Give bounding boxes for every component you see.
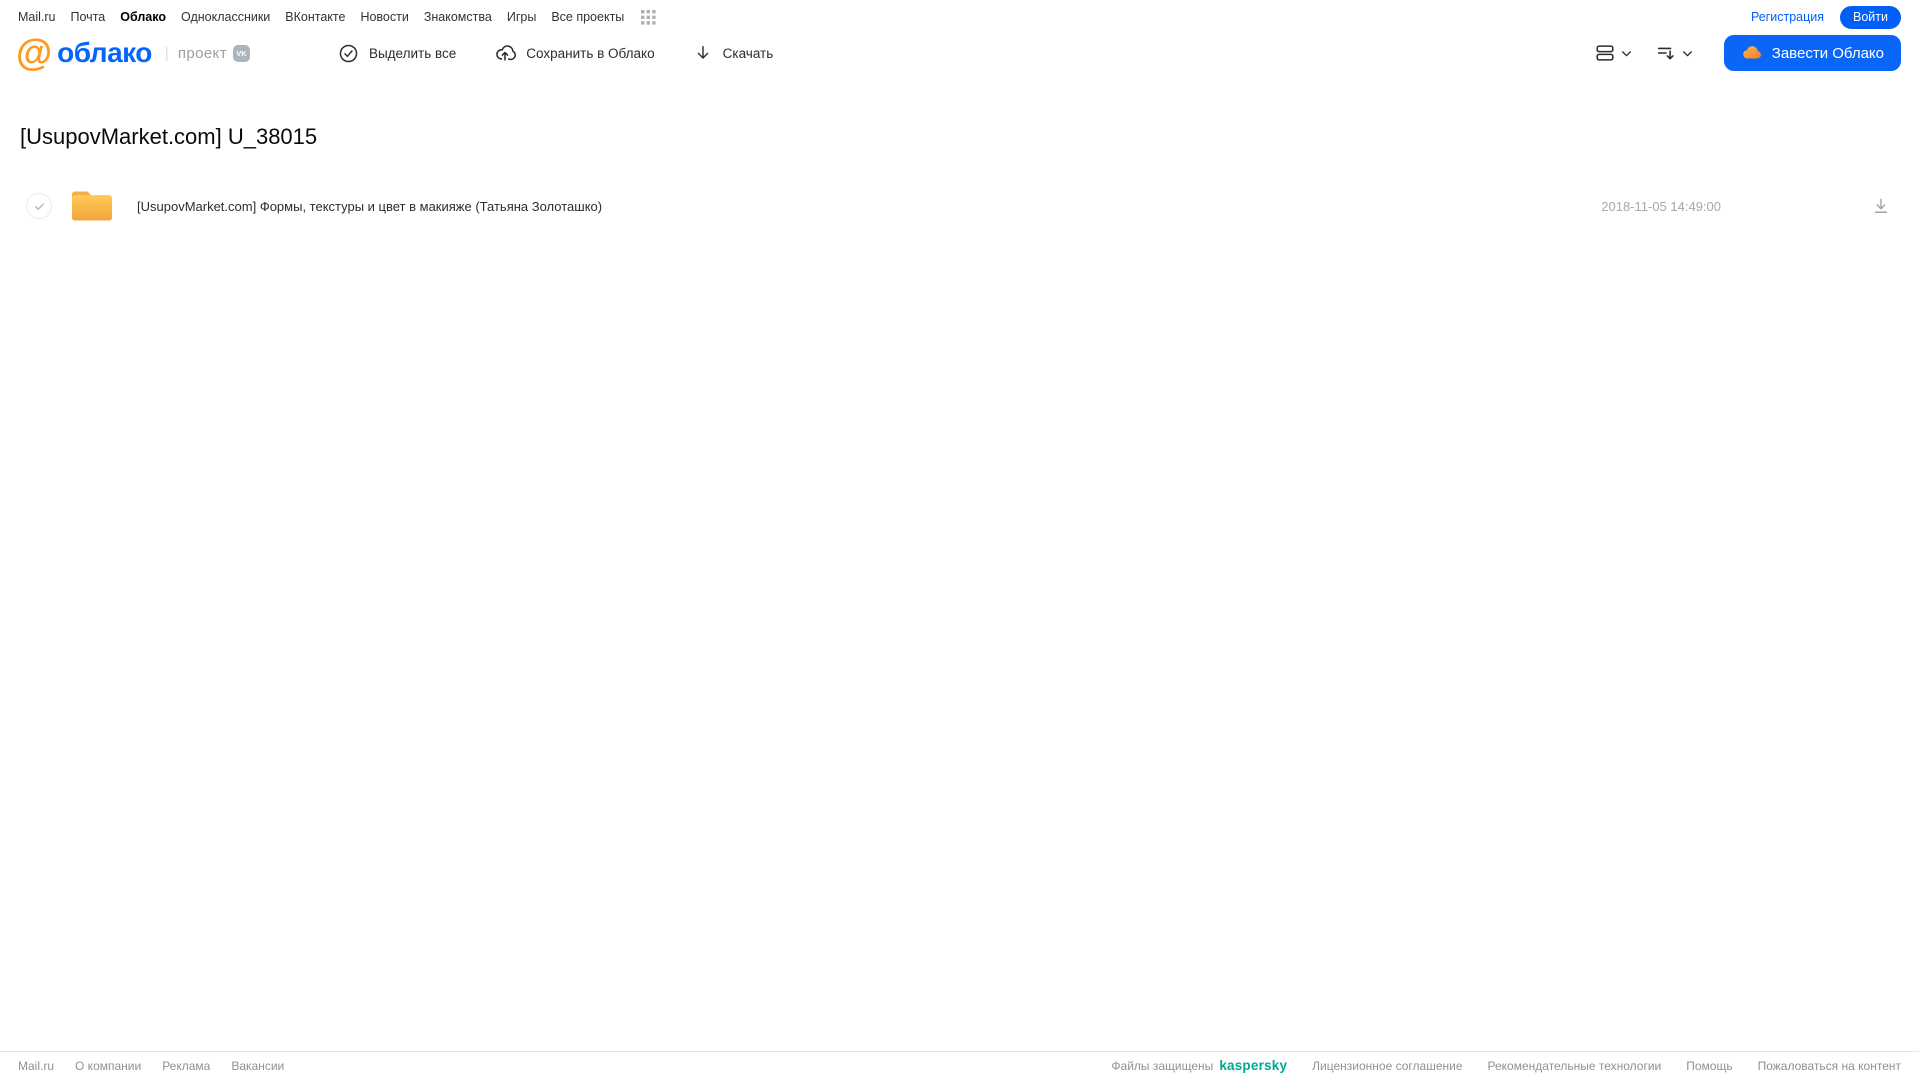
list-view-icon (1594, 42, 1616, 64)
portal-link-oblako[interactable]: Облако (120, 10, 166, 24)
file-date: 2018-11-05 14:49:00 (1601, 198, 1721, 214)
download-all-button[interactable]: Скачать (693, 43, 774, 63)
footer-left-links: Mail.ru О компании Реклама Вакансии (18, 1059, 284, 1073)
actions-toolbar: Выделить все Сохранить в Облако Скачать (338, 42, 773, 64)
footer-link-help[interactable]: Помощь (1686, 1059, 1732, 1073)
portal-link-pochta[interactable]: Почта (71, 10, 106, 24)
vk-badge-icon: VK (232, 44, 250, 62)
footer-link-ads[interactable]: Реклама (162, 1059, 210, 1073)
portal-nav: Mail.ru Почта Облако Одноклассники ВКонт… (18, 9, 656, 25)
save-to-cloud-button[interactable]: Сохранить в Облако (494, 42, 655, 64)
create-cloud-button[interactable]: Завести Облако (1723, 35, 1901, 71)
sort-icon (1655, 42, 1677, 64)
download-all-label: Скачать (722, 45, 774, 61)
footer-right-links: Файлы защищены kaspersky Лицензионное со… (1111, 1058, 1901, 1073)
select-all-label: Выделить все (368, 45, 457, 61)
cloud-logo-text: облако (57, 37, 152, 68)
sort-dropdown[interactable] (1655, 42, 1694, 64)
portal-link-odnoklassniki[interactable]: Одноклассники (181, 10, 270, 24)
kaspersky-logo[interactable]: kaspersky (1219, 1058, 1287, 1073)
chevron-down-icon (1681, 47, 1694, 60)
portal-link-igry[interactable]: Игры (507, 10, 536, 24)
portal-link-vkontakte[interactable]: ВКонтакте (285, 10, 345, 24)
page-footer: Mail.ru О компании Реклама Вакансии Файл… (0, 1051, 1919, 1079)
chevron-down-icon (1620, 47, 1633, 60)
project-label: проект (177, 44, 227, 62)
kaspersky-protection: Файлы защищены kaspersky (1111, 1058, 1287, 1073)
portal-link-all-projects[interactable]: Все проекты (551, 10, 624, 24)
save-to-cloud-label: Сохранить в Облако (526, 45, 655, 61)
page-title: [UsupovMarket.com] U_38015 (20, 124, 318, 149)
file-name[interactable]: [UsupovMarket.com] Формы, текстуры и цве… (137, 199, 1601, 214)
file-row[interactable]: [UsupovMarket.com] Формы, текстуры и цве… (0, 182, 1919, 230)
footer-link-company[interactable]: О компании (75, 1059, 141, 1073)
footer-link-jobs[interactable]: Вакансии (231, 1059, 284, 1073)
footer-link-recommendation-tech[interactable]: Рекомендательные технологии (1488, 1059, 1662, 1073)
download-arrow-icon (693, 43, 713, 63)
registration-link[interactable]: Регистрация (1751, 10, 1824, 24)
cloud-logo[interactable]: @ облако | проект VK (16, 32, 250, 73)
portal-link-novosti[interactable]: Новости (360, 10, 408, 24)
row-checkbox[interactable] (26, 193, 52, 219)
footer-link-report-content[interactable]: Пожаловаться на контент (1758, 1059, 1901, 1073)
file-list: [UsupovMarket.com] Формы, текстуры и цве… (0, 182, 1919, 230)
mailru-at-icon: @ (16, 32, 52, 73)
portal-auth: Регистрация Войти (1751, 5, 1901, 29)
check-circle-icon (338, 43, 359, 64)
login-button[interactable]: Войти (1840, 5, 1901, 29)
apps-grid-icon[interactable] (641, 9, 656, 25)
view-mode-dropdown[interactable] (1594, 42, 1633, 64)
portal-link-znakomstva[interactable]: Знакомства (424, 10, 492, 24)
footer-link-mailru[interactable]: Mail.ru (18, 1059, 54, 1073)
files-protected-label: Файлы защищены (1111, 1058, 1214, 1073)
create-cloud-label: Завести Облако (1771, 44, 1884, 62)
orange-cloud-icon (1741, 42, 1763, 64)
row-download-icon[interactable] (1871, 196, 1891, 216)
header-right-controls: Завести Облако (1594, 35, 1901, 71)
app-header: @ облако | проект VK Выделить все Сохран… (0, 30, 1919, 82)
portal-topbar: Mail.ru Почта Облако Одноклассники ВКонт… (0, 0, 1919, 30)
main-content: [UsupovMarket.com] U_38015 [UsupovMarket… (0, 124, 1919, 230)
logo-divider: | (164, 44, 169, 62)
portal-link-mailru[interactable]: Mail.ru (18, 10, 56, 24)
select-all-button[interactable]: Выделить все (338, 43, 456, 64)
folder-icon (69, 187, 115, 225)
cloud-upload-icon (494, 42, 517, 64)
footer-link-license[interactable]: Лицензионное соглашение (1312, 1059, 1462, 1073)
